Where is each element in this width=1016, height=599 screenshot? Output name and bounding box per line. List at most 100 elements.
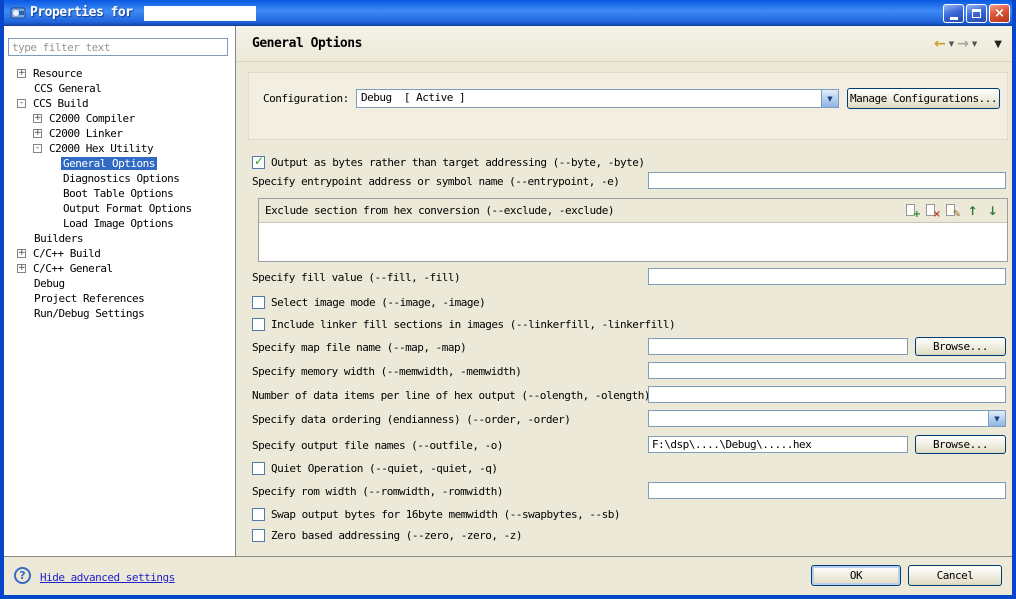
pencil-glyph: ✎ <box>952 208 961 220</box>
entrypoint-input[interactable] <box>648 172 1006 189</box>
maximize-button[interactable] <box>966 4 987 23</box>
configuration-select[interactable]: Debug [ Active ] ▼ <box>356 89 839 108</box>
dropdown-button[interactable]: ▼ <box>821 90 838 107</box>
properties-dialog: Properties for × + Resource CCS General … <box>0 0 1016 599</box>
remove-icon[interactable]: × <box>924 203 941 219</box>
chevron-down-icon: ▼ <box>827 94 833 103</box>
expand-toggle-icon[interactable]: + <box>17 264 26 273</box>
zero-checkbox[interactable] <box>252 529 265 542</box>
zero-option-row: Zero based addressing (--zero, -zero, -z… <box>252 528 523 543</box>
image-mode-checkbox[interactable] <box>252 296 265 309</box>
linkerfill-label: Include linker fill sections in images (… <box>271 318 676 331</box>
map-input[interactable] <box>648 338 908 355</box>
close-button[interactable]: × <box>989 4 1010 23</box>
tree-item-resource[interactable]: + Resource <box>4 66 234 81</box>
memwidth-input[interactable] <box>648 362 1006 379</box>
footer-bar: ? Hide advanced settings OK Cancel <box>4 556 1012 595</box>
expand-toggle-icon[interactable]: + <box>33 129 42 138</box>
add-icon[interactable]: + <box>904 203 921 219</box>
forward-dropdown-icon[interactable]: ▼ <box>972 40 977 48</box>
byte-label: Output as bytes rather than target addre… <box>271 156 645 169</box>
tree-item-label: CCS Build <box>33 97 89 110</box>
tree-item-cpp-build[interactable]: + C/C++ Build <box>4 246 234 261</box>
tree-item-label: Builders <box>34 232 83 245</box>
history-nav: ← ▼ → ▼ ▼ <box>934 37 1002 51</box>
map-label: Specify map file name (--map, -map) <box>252 341 467 354</box>
tree-item-load-image-options[interactable]: Load Image Options <box>4 216 234 231</box>
ok-button[interactable]: OK <box>811 565 901 586</box>
window-title: Properties for <box>30 5 133 20</box>
minimize-icon <box>949 16 958 20</box>
linkerfill-checkbox[interactable] <box>252 318 265 331</box>
tree-item-c2000-hex-utility[interactable]: - C2000 Hex Utility <box>4 141 234 156</box>
order-select[interactable]: ▼ <box>648 410 1006 427</box>
exclude-section-list[interactable] <box>259 222 1007 261</box>
tree-item-general-options[interactable]: General Options <box>4 156 234 171</box>
cancel-button[interactable]: Cancel <box>908 565 1002 586</box>
tree-item-label: Debug <box>34 277 65 290</box>
back-dropdown-icon[interactable]: ▼ <box>949 40 954 48</box>
edit-icon[interactable]: ✎ <box>944 203 961 219</box>
quiet-checkbox[interactable] <box>252 462 265 475</box>
view-menu-icon[interactable]: ▼ <box>994 39 1002 50</box>
outfile-input[interactable] <box>648 436 908 453</box>
fill-input[interactable] <box>648 268 1006 285</box>
tree-item-label: General Options <box>61 157 157 170</box>
main-panel: General Options ← ▼ → ▼ ▼ Configuration:… <box>236 26 1012 556</box>
back-icon[interactable]: ← <box>934 37 946 51</box>
filter-input[interactable] <box>8 38 228 56</box>
olength-input[interactable] <box>648 386 1006 403</box>
tree-item-cpp-general[interactable]: + C/C++ General <box>4 261 234 276</box>
sidebar: + Resource CCS General - CCS Build + C20… <box>4 26 236 556</box>
move-up-icon[interactable]: ↑ <box>964 203 981 219</box>
collapse-toggle-icon[interactable]: - <box>33 144 42 153</box>
tree-item-label: Boot Table Options <box>63 187 174 200</box>
tree-item-label: Project References <box>34 292 145 305</box>
tree-item-label: C/C++ General <box>33 262 113 275</box>
expand-toggle-icon[interactable]: + <box>33 114 42 123</box>
tree-item-label: Resource <box>33 67 82 80</box>
tree-item-ccs-general[interactable]: CCS General <box>4 81 234 96</box>
tree-item-debug[interactable]: Debug <box>4 276 234 291</box>
check-icon: ✓ <box>254 154 265 168</box>
outfile-label: Specify output file names (--outfile, -o… <box>252 439 504 452</box>
exclude-section-group: Exclude section from hex conversion (--e… <box>258 198 1008 262</box>
swapbytes-option-row: Swap output bytes for 16byte memwidth (-… <box>252 507 621 522</box>
hide-advanced-settings-link[interactable]: Hide advanced settings <box>40 571 175 584</box>
expand-toggle-icon[interactable]: + <box>17 69 26 78</box>
byte-checkbox[interactable]: ✓ <box>252 154 265 169</box>
tree-item-boot-table-options[interactable]: Boot Table Options <box>4 186 234 201</box>
tree-item-output-format-options[interactable]: Output Format Options <box>4 201 234 216</box>
tree-item-c2000-compiler[interactable]: + C2000 Compiler <box>4 111 234 126</box>
page-title: General Options <box>252 36 362 51</box>
outfile-browse-button[interactable]: Browse... <box>915 435 1006 454</box>
title-bar[interactable]: Properties for × <box>4 0 1012 26</box>
redacted-project-name <box>144 6 256 21</box>
manage-configurations-button[interactable]: Manage Configurations... <box>847 88 1000 109</box>
fill-label: Specify fill value (--fill, -fill) <box>252 271 461 284</box>
tree-item-project-references[interactable]: Project References <box>4 291 234 306</box>
tree-item-label: C/C++ Build <box>33 247 101 260</box>
dropdown-button[interactable]: ▼ <box>988 411 1005 426</box>
x-glyph: × <box>932 208 941 220</box>
tree-item-ccs-build[interactable]: - CCS Build <box>4 96 234 111</box>
minimize-button[interactable] <box>943 4 964 23</box>
move-down-icon[interactable]: ↓ <box>984 203 1001 219</box>
swapbytes-checkbox[interactable] <box>252 508 265 521</box>
forward-icon[interactable]: → <box>957 37 969 51</box>
quiet-option-row: Quiet Operation (--quiet, -quiet, -q) <box>252 461 498 476</box>
zero-label: Zero based addressing (--zero, -zero, -z… <box>271 529 523 542</box>
expand-toggle-icon[interactable]: + <box>17 249 26 258</box>
help-icon[interactable]: ? <box>14 567 31 584</box>
map-browse-button[interactable]: Browse... <box>915 337 1006 356</box>
romwidth-label: Specify rom width (--romwidth, -romwidth… <box>252 485 504 498</box>
collapse-toggle-icon[interactable]: - <box>17 99 26 108</box>
tree-item-run-debug-settings[interactable]: Run/Debug Settings <box>4 306 234 321</box>
image-option-row: Select image mode (--image, -image) <box>252 295 486 310</box>
tree-item-builders[interactable]: Builders <box>4 231 234 246</box>
tree-item-label: Output Format Options <box>63 202 192 215</box>
tree-item-diagnostics-options[interactable]: Diagnostics Options <box>4 171 234 186</box>
olength-label: Number of data items per line of hex out… <box>252 389 650 402</box>
tree-item-c2000-linker[interactable]: + C2000 Linker <box>4 126 234 141</box>
romwidth-input[interactable] <box>648 482 1006 499</box>
